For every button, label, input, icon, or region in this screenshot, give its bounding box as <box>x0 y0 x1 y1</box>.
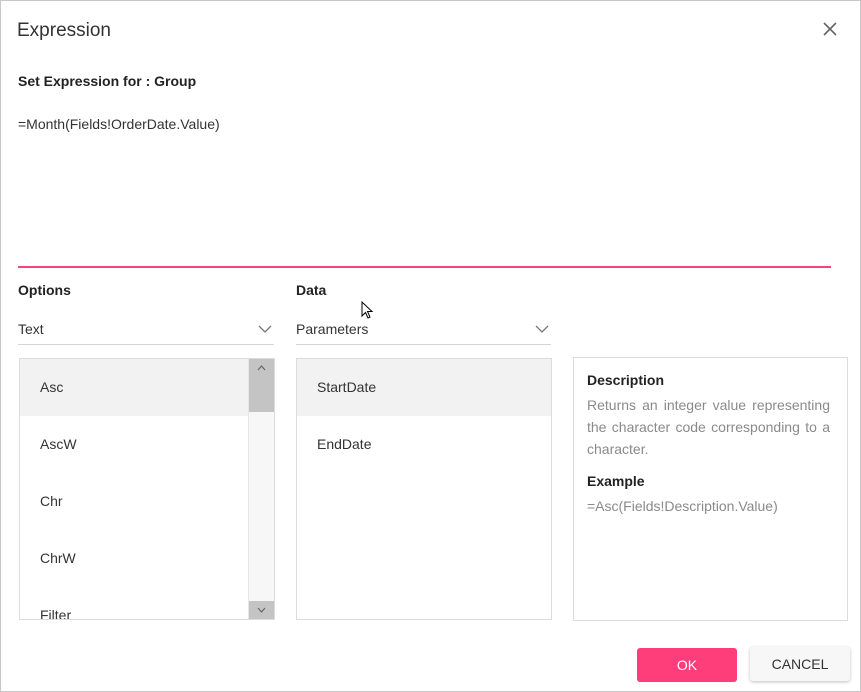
list-item[interactable]: Asc <box>20 359 248 416</box>
expression-subtitle: Set Expression for : Group <box>18 73 197 89</box>
ok-button[interactable]: OK <box>637 648 737 682</box>
description-text: Returns an integer value representing th… <box>587 397 830 457</box>
cancel-button[interactable]: CANCEL <box>750 647 850 681</box>
options-selected-value: Text <box>18 321 44 337</box>
options-dropdown[interactable]: Text <box>18 314 274 345</box>
list-item[interactable]: Chr <box>20 473 248 530</box>
expression-dialog: Expression Set Expression for : Group Op… <box>0 0 861 692</box>
options-label: Options <box>18 282 71 298</box>
example-heading: Example <box>587 473 645 489</box>
list-item[interactable]: AscW <box>20 416 248 473</box>
scroll-down-icon[interactable] <box>249 601 274 619</box>
scroll-up-icon[interactable] <box>249 359 274 377</box>
list-item[interactable]: StartDate <box>297 359 551 416</box>
expression-input[interactable] <box>18 109 831 268</box>
chevron-down-icon <box>258 325 272 333</box>
list-item[interactable]: EndDate <box>297 416 551 473</box>
description-panel: Description Returns an integer value rep… <box>573 357 848 621</box>
close-icon[interactable] <box>821 20 839 38</box>
data-label: Data <box>296 282 327 298</box>
list-item[interactable]: Filter <box>20 587 248 619</box>
options-list: Asc AscW Chr ChrW Filter <box>19 358 275 620</box>
data-list: StartDate EndDate <box>296 358 552 620</box>
list-item[interactable]: ChrW <box>20 530 248 587</box>
data-selected-value: Parameters <box>296 321 369 337</box>
options-scrollbar[interactable] <box>248 359 274 619</box>
mouse-pointer-icon <box>361 301 374 319</box>
description-heading: Description <box>587 372 665 388</box>
data-dropdown[interactable]: Parameters <box>296 314 551 345</box>
example-text: =Asc(Fields!Description.Value) <box>587 498 778 514</box>
dialog-title: Expression <box>17 20 111 41</box>
chevron-down-icon <box>535 325 549 333</box>
